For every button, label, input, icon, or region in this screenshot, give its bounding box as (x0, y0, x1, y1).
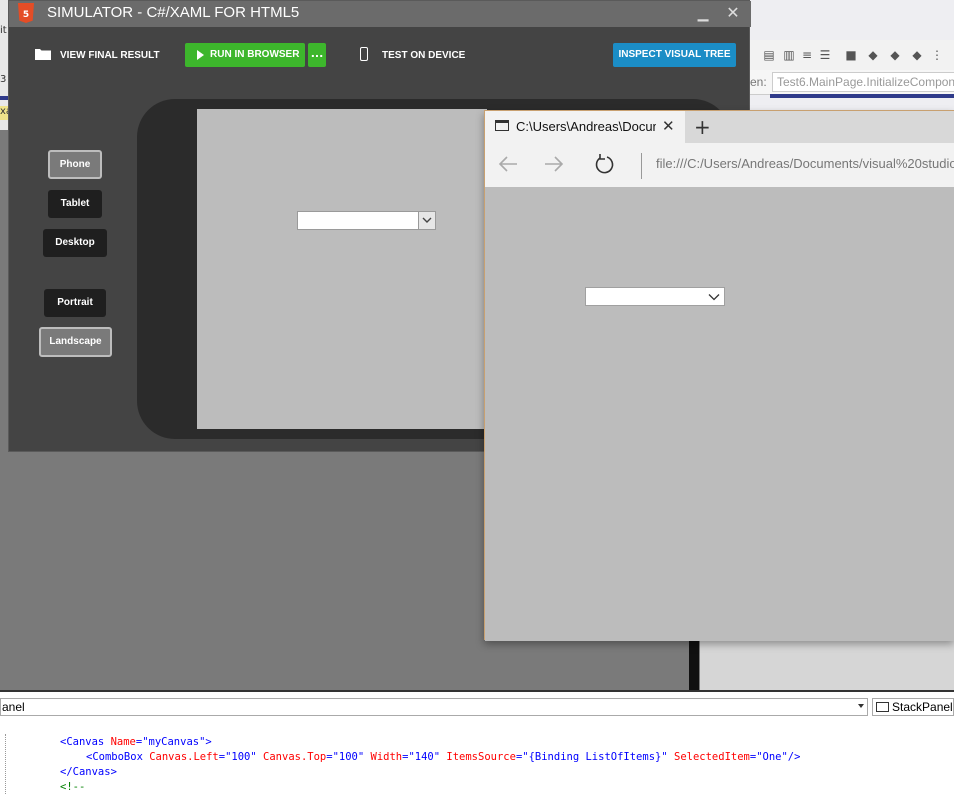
stackpanel-icon (876, 702, 889, 712)
device-desktop-button[interactable]: Desktop (43, 229, 107, 257)
mobile-device-icon[interactable] (360, 47, 368, 61)
browser-tab[interactable]: C:\Users\Andreas\Documents ✕ (485, 111, 685, 143)
close-button[interactable]: ✕ (723, 1, 743, 27)
browser-window: C:\Users\Andreas\Documents ✕ + file:///C… (484, 110, 954, 641)
minimize-button[interactable]: ▁ (693, 1, 713, 27)
test-on-device-button[interactable]: TEST ON DEVICE (382, 50, 465, 61)
method-dropdown[interactable]: Test6.MainPage.InitializeComponent (772, 72, 954, 92)
browser-combobox[interactable] (585, 287, 725, 306)
code-token: "100" (225, 751, 257, 763)
device-phone-button[interactable]: Phone (48, 150, 102, 179)
code-token: Width (370, 751, 403, 763)
code-token: > (205, 736, 212, 748)
toolbar-icon[interactable]: ☰ (818, 48, 832, 62)
run-in-browser-label: RUN IN BROWSER (210, 49, 300, 60)
simulator-combobox[interactable] (297, 211, 436, 230)
forward-arrow-icon[interactable] (543, 153, 565, 175)
code-token: Canvas.Top (263, 751, 327, 763)
vs-blue-accent (770, 94, 954, 98)
code-token: <Canvas (60, 736, 111, 748)
run-options-button[interactable]: ... (308, 43, 326, 67)
bookmark-next-icon[interactable]: ◆ (888, 48, 902, 62)
back-arrow-icon[interactable] (497, 153, 519, 175)
tab-page-icon (495, 120, 509, 131)
navbar-separator (641, 153, 642, 179)
outline-gutter[interactable] (5, 734, 7, 794)
nav-prefix: en: (750, 75, 767, 89)
scope-dropdown[interactable]: anel (0, 698, 868, 716)
editor-scope-bar: anel StackPanel (0, 696, 954, 718)
new-tab-button[interactable]: + (694, 115, 711, 139)
code-token: "myCanvas" (142, 736, 206, 748)
browser-navbar: file:///C:/Users/Andreas/Documents/visua… (485, 143, 954, 187)
tab-title: C:\Users\Andreas\Documents (516, 119, 656, 134)
scope-value: anel (2, 700, 25, 714)
code-line[interactable]: <ComboBox Canvas.Left="100" Canvas.Top="… (86, 751, 800, 763)
code-token: /> (787, 751, 801, 763)
tab-close-icon[interactable]: ✕ (662, 117, 675, 135)
code-line[interactable]: <!-- (60, 781, 85, 793)
device-tablet-button[interactable]: Tablet (48, 190, 102, 218)
device-screen (197, 109, 487, 429)
code-token: Name (110, 736, 136, 748)
browser-content (485, 187, 954, 641)
run-in-browser-button[interactable]: RUN IN BROWSER (185, 43, 305, 67)
code-token: SelectedItem (674, 751, 750, 763)
folder-icon[interactable] (35, 48, 51, 60)
toolbar-icon[interactable]: ▤ (762, 48, 776, 62)
play-icon (197, 50, 204, 60)
left-clip-text: 3 (0, 74, 7, 85)
vs-toolbar: ▤ ▥ ≡ ☰ ■ ◆ ◆ ◆ ⋮ (750, 40, 954, 70)
orientation-landscape-button[interactable]: Landscape (39, 327, 112, 357)
toolbar-icon[interactable]: ▥ (782, 48, 796, 62)
orientation-portrait-button[interactable]: Portrait (44, 289, 106, 317)
code-line[interactable]: <Canvas Name="myCanvas"> (60, 736, 212, 748)
address-bar[interactable]: file:///C:/Users/Andreas/Documents/visua… (656, 156, 954, 171)
simulator-title: SIMULATOR - C#/XAML FOR HTML5 (47, 4, 300, 21)
chevron-down-icon (708, 294, 720, 301)
view-final-result-button[interactable]: VIEW FINAL RESULT (60, 50, 160, 61)
bookmark-prev-icon[interactable]: ◆ (866, 48, 880, 62)
xaml-editor: anel StackPanel <Canvas Name="myCanvas">… (0, 690, 954, 795)
inspect-visual-tree-button[interactable]: INSPECT VISUAL TREE (613, 43, 736, 67)
bookmark-clear-icon[interactable]: ◆ (910, 48, 924, 62)
element-value: StackPanel (892, 700, 953, 714)
left-clip-text: it (0, 25, 7, 36)
code-token: ItemsSource (446, 751, 516, 763)
bookmark-icon[interactable]: ■ (844, 48, 858, 62)
code-token: <ComboBox (86, 751, 150, 763)
vs-navigation-bar: en: Test6.MainPage.InitializeComponent (750, 70, 954, 95)
chevron-down-icon (418, 212, 435, 229)
html5-logo-icon: 5 (18, 3, 34, 23)
element-dropdown[interactable]: StackPanel (872, 698, 954, 716)
code-token: Canvas.Left (149, 751, 219, 763)
code-token: "140" (408, 751, 441, 763)
chevron-down-icon (858, 704, 864, 708)
toolbar-overflow-icon[interactable]: ⋮ (930, 48, 944, 62)
code-token: "{Binding ListOfItems}" (522, 751, 668, 763)
code-line[interactable]: </Canvas> (60, 766, 117, 778)
toolbar-icon[interactable]: ≡ (800, 48, 814, 62)
vs-gray-panel (700, 640, 954, 690)
refresh-icon[interactable] (593, 153, 615, 175)
code-token: "One" (756, 751, 788, 763)
code-token: "100" (332, 751, 365, 763)
